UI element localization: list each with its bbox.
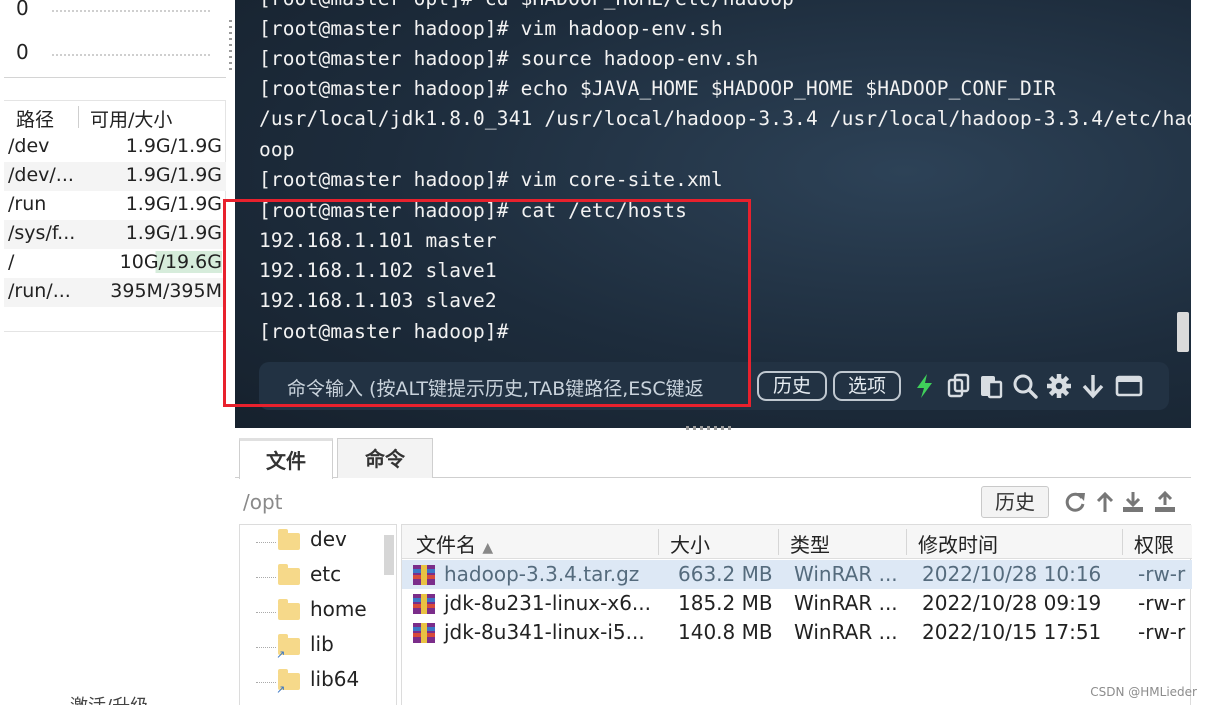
file-list: 文件名 ▲ 大小 类型 修改时间 权限 hadoop-3.3.4.tar.gz (401, 524, 1192, 705)
winrar-archive-icon (413, 623, 435, 643)
tree-item[interactable]: ↗ lib (240, 630, 380, 664)
path-history-button[interactable]: 历史 (981, 486, 1049, 518)
activate-upgrade-link[interactable]: 激活/升级 (70, 692, 148, 705)
table-row[interactable]: /sys/f... 1.9G/1.9G (4, 220, 226, 249)
arrow-down-icon[interactable] (1079, 372, 1107, 400)
watermark: CSDN @HMLieder (1090, 685, 1197, 699)
column-modified[interactable]: 修改时间 (918, 529, 998, 558)
table-row[interactable]: hadoop-3.3.4.tar.gz 663.2 MB WinRAR ... … (402, 560, 1192, 589)
table-row[interactable]: /dev/... 1.9G/1.9G (4, 162, 226, 191)
upload-icon[interactable] (1153, 490, 1177, 514)
table-row[interactable]: /run 1.9G/1.9G (4, 191, 226, 220)
file-browser: 文件 命令 /opt 历史 dev etc home ↗ lib ↗ lib64… (235, 430, 1192, 705)
paste-icon[interactable] (977, 372, 1005, 400)
column-permissions[interactable]: 权限 (1134, 529, 1174, 558)
vertical-splitter[interactable] (229, 20, 232, 70)
terminal-scrollbar[interactable] (1177, 312, 1189, 352)
monitor-value: 0 (16, 0, 29, 20)
monitor-row: 0 (16, 0, 216, 24)
monitor-row: 0 (16, 40, 216, 68)
column-path[interactable]: 路径 (16, 105, 54, 132)
winrar-archive-icon (413, 594, 435, 614)
terminal-line: [root@master hadoop]# echo $JAVA_HOME $H… (259, 77, 1056, 100)
terminal-line: /usr/local/jdk1.8.0_341 /usr/local/hadoo… (259, 107, 1191, 130)
path-bar: /opt 历史 (235, 486, 1191, 520)
table-row[interactable]: jdk-8u231-linux-x6... 185.2 MB WinRAR ..… (402, 589, 1192, 618)
terminal-line: [root@master hadoop]# vim core-site.xml (259, 168, 723, 191)
table-row[interactable]: /run/... 395M/395M (4, 278, 226, 307)
disk-table: 路径 可用/大小 /dev 1.9G/1.9G /dev/... 1.9G/1.… (4, 100, 226, 332)
tab-commands[interactable]: 命令 (337, 438, 433, 478)
path-input[interactable]: /opt (243, 490, 283, 514)
finalshell-window: 0 0 路径 可用/大小 /dev 1.9G/1.9G /dev/... 1.9… (0, 0, 1211, 705)
folder-icon (278, 564, 300, 585)
highlight-annotation-box (223, 199, 751, 407)
options-button[interactable]: 选项 (833, 371, 901, 401)
monitor-panel: 0 0 (4, 0, 226, 78)
tree-item[interactable]: etc (240, 560, 380, 594)
tab-bar: 文件 命令 (235, 430, 1191, 479)
table-row[interactable]: jdk-8u341-linux-i5... 140.8 MB WinRAR ..… (402, 618, 1192, 647)
tree-item[interactable]: dev (240, 525, 380, 559)
winrar-archive-icon (413, 565, 435, 585)
table-row[interactable]: / 10G/19.6G (4, 249, 226, 278)
terminal-line: [root@master opt]# cd $HADOOP_HOME/etc/h… (259, 0, 794, 10)
column-size[interactable]: 大小 (670, 529, 710, 558)
column-type[interactable]: 类型 (790, 529, 830, 558)
parent-dir-icon[interactable] (1093, 490, 1117, 514)
download-icon[interactable] (1121, 490, 1145, 514)
history-button[interactable]: 历史 (757, 371, 827, 401)
tab-files[interactable]: 文件 (239, 438, 333, 479)
directory-tree: dev etc home ↗ lib ↗ lib64 (239, 524, 397, 705)
tree-item[interactable]: home (240, 595, 380, 629)
table-row[interactable]: /dev 1.9G/1.9G (4, 133, 226, 162)
tree-scrollbar[interactable] (384, 535, 394, 575)
refresh-icon[interactable] (1063, 490, 1087, 514)
monitor-value: 0 (16, 40, 29, 64)
tree-item[interactable]: ↗ lib64 (240, 665, 380, 699)
lightning-icon[interactable] (911, 372, 939, 400)
copy-icon[interactable] (945, 372, 973, 400)
sort-ascending-icon: ▲ (482, 540, 494, 556)
terminal-line: [root@master hadoop]# vim hadoop-env.sh (259, 17, 723, 40)
disk-table-header: 路径 可用/大小 (4, 101, 226, 131)
search-icon[interactable] (1011, 372, 1039, 400)
column-filename[interactable]: 文件名 ▲ (416, 529, 493, 558)
column-avail-size[interactable]: 可用/大小 (90, 105, 172, 132)
folder-icon (278, 599, 300, 620)
left-panel: 0 0 路径 可用/大小 /dev 1.9G/1.9G /dev/... 1.9… (0, 0, 232, 705)
window-icon[interactable] (1115, 372, 1143, 400)
gear-icon[interactable] (1045, 372, 1073, 400)
terminal-line: [root@master hadoop]# source hadoop-env.… (259, 47, 759, 70)
terminal-line: oop (259, 138, 295, 161)
folder-icon (278, 529, 300, 550)
file-list-header: 文件名 ▲ 大小 类型 修改时间 权限 (402, 525, 1192, 559)
